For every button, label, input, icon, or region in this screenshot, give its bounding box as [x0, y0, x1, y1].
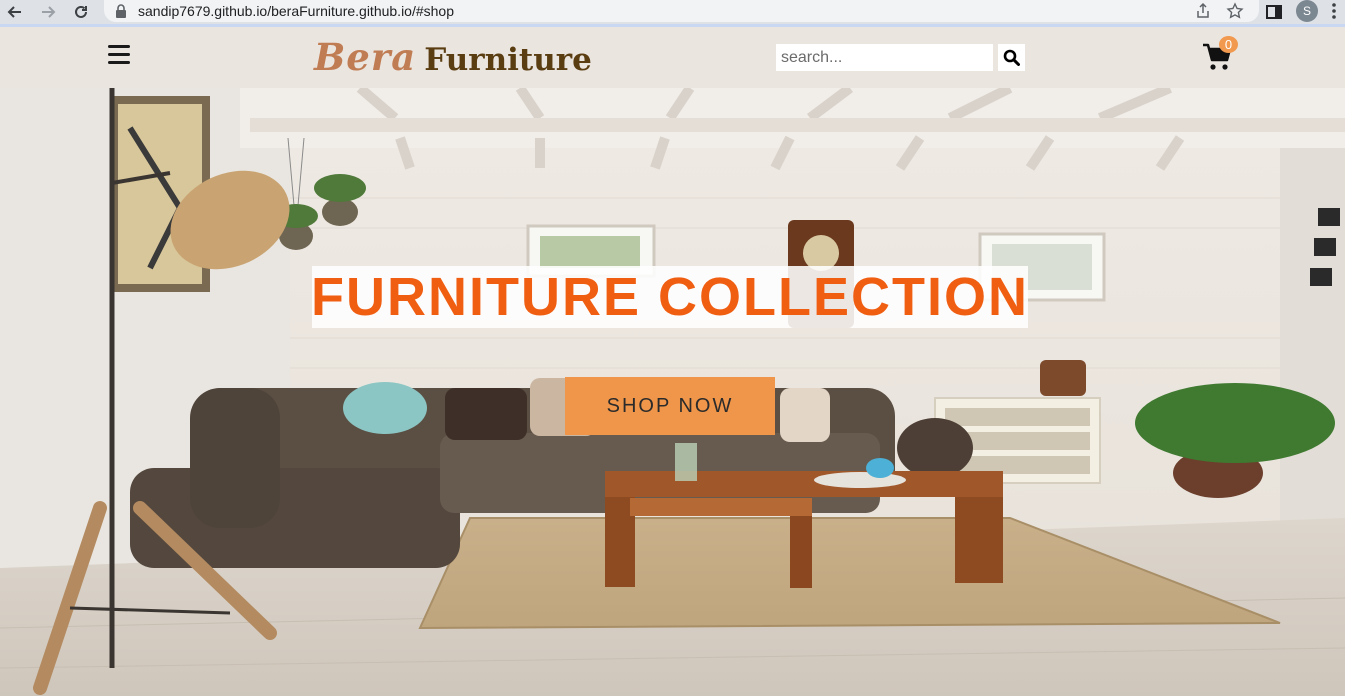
- hero-title-box: FURNITURE COLLECTION: [311, 266, 1029, 328]
- hamburger-icon[interactable]: [108, 45, 130, 65]
- shop-now-button[interactable]: SHOP NOW: [565, 377, 775, 435]
- search-input[interactable]: [776, 44, 993, 71]
- search-button[interactable]: [998, 44, 1025, 71]
- url-text: sandip7679.github.io/beraFurniture.githu…: [138, 3, 455, 19]
- cart-count-badge: 0: [1219, 36, 1238, 53]
- address-bar[interactable]: sandip7679.github.io/beraFurniture.githu…: [104, 0, 1259, 22]
- hero-title: FURNITURE COLLECTION: [311, 267, 1029, 327]
- forward-icon[interactable]: [37, 1, 59, 23]
- search-icon: [1003, 49, 1020, 66]
- logo-part-furniture: Furniture: [424, 42, 592, 78]
- side-panel-icon[interactable]: [1264, 2, 1284, 22]
- profile-avatar[interactable]: S: [1296, 0, 1318, 22]
- lock-icon: [116, 4, 126, 18]
- hero-section: FURNITURE COLLECTION SHOP NOW: [0, 88, 1345, 696]
- menu-dots-icon[interactable]: [1330, 2, 1338, 20]
- star-icon[interactable]: [1226, 2, 1244, 20]
- logo-part-bera: Bera: [314, 35, 417, 79]
- site-logo[interactable]: Bera Furniture: [314, 35, 592, 79]
- site-header: BeraFurniture 0: [0, 27, 1345, 88]
- browser-toolbar: sandip7679.github.io/beraFurniture.githu…: [0, 0, 1345, 25]
- reload-icon[interactable]: [70, 1, 92, 23]
- back-icon[interactable]: [4, 1, 26, 23]
- share-icon[interactable]: [1194, 2, 1212, 20]
